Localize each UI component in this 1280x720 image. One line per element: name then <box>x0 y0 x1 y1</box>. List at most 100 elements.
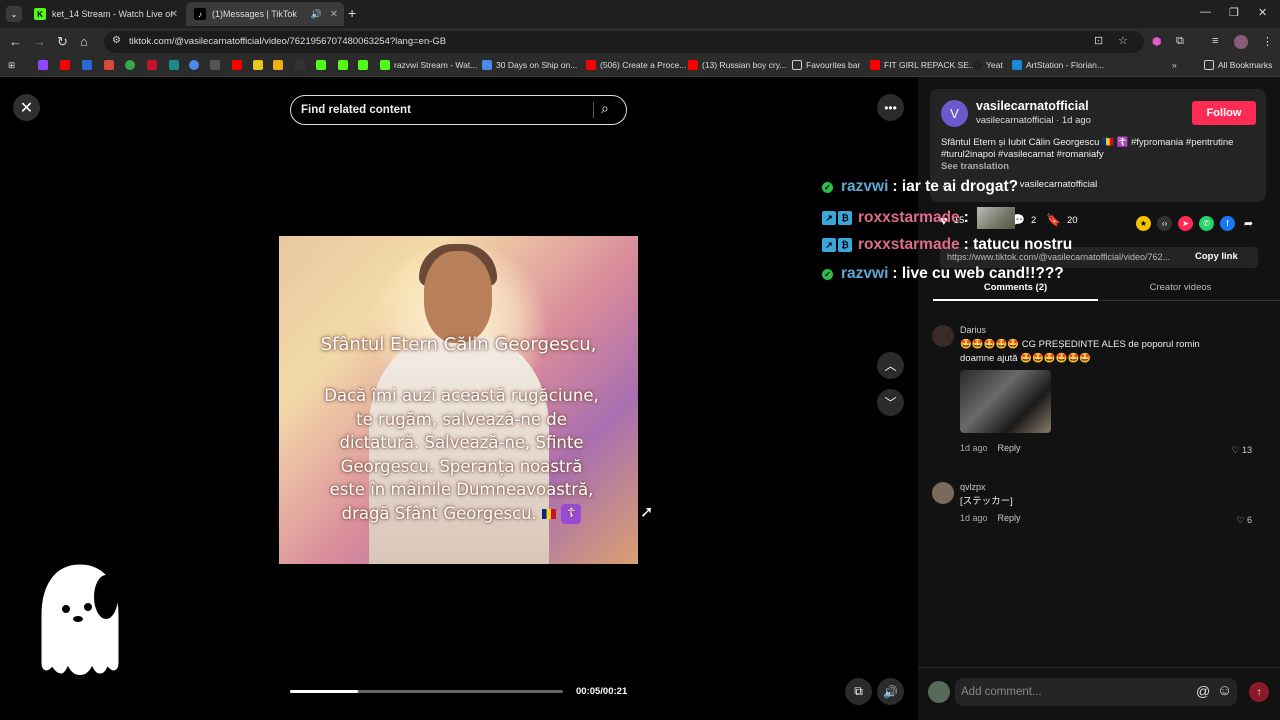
follow-button[interactable]: Follow <box>1192 101 1256 125</box>
avatar[interactable] <box>932 325 954 347</box>
profile-avatar[interactable] <box>1234 35 1248 49</box>
find-related-search[interactable]: Find related content ⌕ <box>290 95 627 125</box>
previous-video-button[interactable]: ︿ <box>877 352 904 379</box>
home-icon[interactable]: ⌂ <box>80 34 88 49</box>
bookmark-create-process[interactable]: (506) Create a Proce... <box>586 60 686 70</box>
bookmark-yeat[interactable]: Yeat <box>972 60 1003 70</box>
video-player[interactable]: Find related content ⌕ Sfântul Etern Căl… <box>279 83 638 720</box>
folder-icon <box>1204 60 1214 70</box>
more-options-button[interactable]: ••• <box>877 94 904 121</box>
facebook-icon[interactable]: f <box>1220 216 1235 231</box>
video-progress-fill <box>290 690 359 693</box>
reload-icon[interactable]: ↻ <box>57 34 68 50</box>
forward-icon[interactable]: → <box>33 34 46 49</box>
address-bar-row: ← → ↻ ⌂ ⚙ tiktok.com/@vasilecarnatoffici… <box>0 28 1280 56</box>
bookmark-favourites-bar[interactable]: Favourites bar <box>792 60 860 70</box>
bookmark-artstation[interactable]: ArtStation - Florian... <box>1012 60 1104 70</box>
volume-button[interactable]: 🔊 <box>877 678 904 705</box>
copy-link-button[interactable]: Copy link <box>1195 251 1238 262</box>
install-app-icon[interactable]: ⊡ <box>1094 34 1103 47</box>
comment-meta: 1d ago Reply <box>960 443 1021 453</box>
video-overlay-text: Dacă îmi auzi această rugăciune, te rugă… <box>319 384 604 525</box>
url-field[interactable]: ⚙ tiktok.com/@vasilecarnatofficial/video… <box>104 31 1144 53</box>
close-tab-icon[interactable]: ✕ <box>330 9 338 20</box>
apps-icon[interactable]: ⊞ <box>8 60 15 71</box>
close-tab-icon[interactable]: ✕ <box>170 9 178 20</box>
bookmark-icon-kick1[interactable] <box>316 60 330 70</box>
comment-text: [ステッカー] <box>960 496 1013 507</box>
save-button[interactable]: 🔖 20 <box>1046 213 1078 227</box>
reply-button[interactable]: Reply <box>998 513 1021 523</box>
comment-composer: Add comment... @ ☺ ↑ <box>918 667 1280 720</box>
menu-icon[interactable]: ⋮ <box>1262 35 1273 48</box>
tab-creator-videos[interactable]: Creator videos <box>1098 282 1263 293</box>
share-icon[interactable]: ➦ <box>1241 216 1256 231</box>
comment-item: Darius 🤩🤩🤩🤩🤩 CG PREȘEDINTE ALES de popor… <box>932 325 1272 465</box>
video-progress-bar[interactable] <box>290 690 563 693</box>
send-comment-button[interactable]: ↑ <box>1249 682 1269 702</box>
comment-username[interactable]: qvlzpx <box>960 482 986 492</box>
extension-icon[interactable]: ⬢ <box>1152 35 1162 48</box>
bookmark-icon-yellow[interactable] <box>273 60 287 70</box>
reply-button[interactable]: Reply <box>998 443 1021 453</box>
comment-like[interactable]: ♡ 13 <box>1231 445 1252 456</box>
bookmark-razvwi-stream[interactable]: razvwi Stream - Wat... <box>380 60 477 70</box>
embed-icon[interactable]: ‹› <box>1157 216 1172 231</box>
send-friend-icon[interactable]: ➤ <box>1178 216 1193 231</box>
bookmark-icon-gmail[interactable] <box>104 60 118 70</box>
kick-icon <box>380 60 390 70</box>
reading-list-icon[interactable]: ≡ <box>1212 35 1218 47</box>
close-video-button[interactable]: ✕ <box>13 94 40 121</box>
comment-image[interactable] <box>960 370 1051 433</box>
bookmark-icon-mail[interactable] <box>210 60 224 70</box>
back-icon[interactable]: ← <box>9 34 22 49</box>
mention-icon[interactable]: @ <box>1196 683 1210 699</box>
emoji-icon[interactable]: ☺ <box>1217 682 1232 699</box>
comment-username[interactable]: Darius <box>960 325 986 335</box>
bookmark-icon-twitch[interactable] <box>38 60 52 70</box>
search-icon[interactable]: ⌕ <box>601 100 609 117</box>
bookmark-icon-red[interactable] <box>147 60 161 70</box>
pip-button[interactable]: ⧉ <box>845 678 872 705</box>
whatsapp-icon[interactable]: ✆ <box>1199 216 1214 231</box>
all-bookmarks[interactable]: All Bookmarks <box>1204 60 1272 70</box>
tab-tiktok-messages[interactable]: ♪ (1)Messages | TikTok 🔊 ✕ <box>186 2 344 26</box>
new-tab-button[interactable]: + <box>348 5 356 21</box>
bookmark-fit-girl[interactable]: FIT GIRL REPACK SE... <box>870 60 976 70</box>
bookmark-30-days[interactable]: 30 Days on Ship on... <box>482 60 577 70</box>
bookmark-russian-boy[interactable]: (13) Russian boy cry... <box>688 60 786 70</box>
bookmark-icon-yt2[interactable] <box>232 60 246 70</box>
bookmark-icon-maps[interactable] <box>125 60 139 70</box>
bookmark-icon-m[interactable] <box>295 60 309 70</box>
share-repost-icon[interactable]: ★ <box>1136 216 1151 231</box>
search-divider <box>593 102 594 118</box>
author-name[interactable]: vasilecarnatofficial <box>976 99 1089 113</box>
tab-search-button[interactable]: ⌄ <box>6 6 22 22</box>
avatar[interactable] <box>932 482 954 504</box>
author-avatar[interactable]: V <box>941 100 968 127</box>
comment-like[interactable]: ♡ 6 <box>1236 515 1252 526</box>
speaker-icon[interactable]: 🔊 <box>311 9 322 20</box>
bookmark-icon-kick2[interactable] <box>338 60 352 70</box>
close-window-icon[interactable]: ✕ <box>1258 6 1267 19</box>
bookmark-icon-teal[interactable] <box>169 60 183 70</box>
extensions-puzzle-icon[interactable]: ⧉ <box>1176 35 1184 48</box>
bookmark-icon-youtube[interactable] <box>60 60 74 70</box>
chat-text: : <box>963 209 969 226</box>
minimize-icon[interactable]: — <box>1200 6 1211 18</box>
bookmark-icon-blue[interactable] <box>82 60 96 70</box>
site-info-icon[interactable]: ⚙ <box>112 35 121 46</box>
chat-username: roxxstarmade <box>858 236 960 253</box>
bookmark-icon-pencil[interactable] <box>253 60 267 70</box>
more-bookmarks-icon[interactable]: » <box>1172 60 1177 70</box>
restore-icon[interactable]: ❐ <box>1229 6 1239 19</box>
see-translation-link[interactable]: See translation <box>941 161 1009 172</box>
bookmark-icon-chrome[interactable] <box>189 60 203 70</box>
video-frame[interactable]: Sfântul Etern Călin Georgescu, Dacă îmi … <box>279 236 638 564</box>
bookmark-star-icon[interactable]: ☆ <box>1118 34 1128 47</box>
next-video-button[interactable]: ﹀ <box>877 389 904 416</box>
comment-input[interactable]: Add comment... @ ☺ <box>955 678 1237 706</box>
bookmark-icon-kick3[interactable] <box>358 60 372 70</box>
tab-comments[interactable]: Comments (2) <box>933 282 1098 301</box>
tab-kick-stream[interactable]: K ket_14 Stream - Watch Live on ✕ <box>26 2 184 26</box>
